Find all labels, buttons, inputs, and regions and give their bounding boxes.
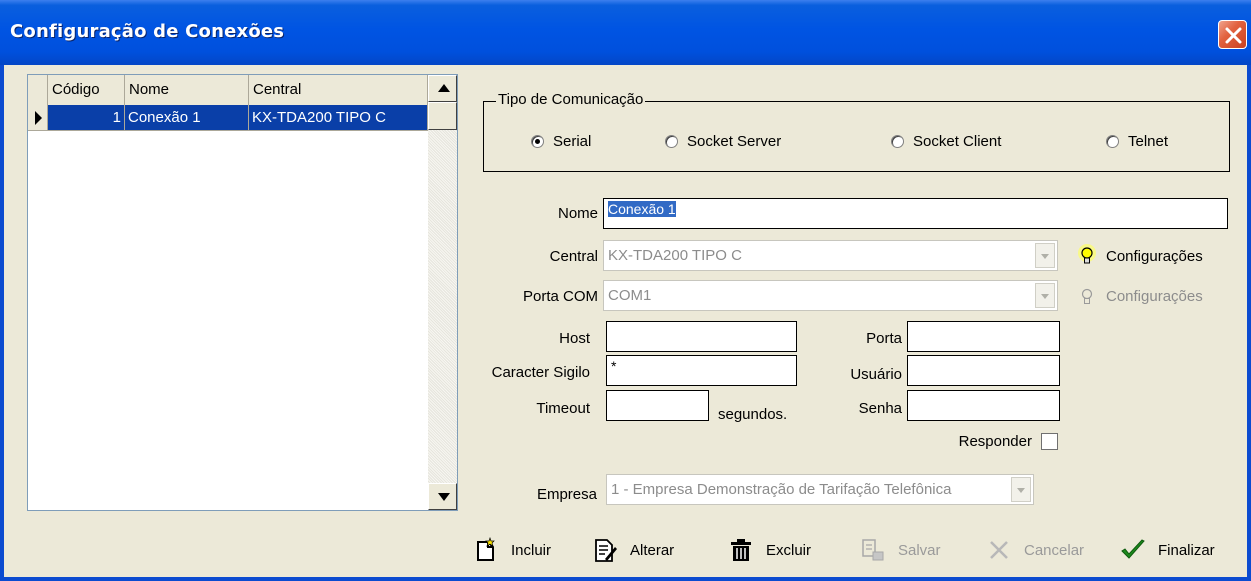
radio-serial[interactable]: Serial (531, 131, 591, 151)
incluir-button[interactable]: Incluir (473, 535, 551, 565)
window-title: Configuração de Conexões (10, 21, 285, 42)
cancelar-button[interactable]: Cancelar (986, 535, 1084, 565)
incluir-label: Incluir (511, 541, 552, 559)
radio-button-icon (665, 134, 678, 148)
arrow-up-icon (438, 84, 450, 92)
radio-button-icon (1106, 134, 1119, 148)
caracter-sigilo-label: Caracter Sigilo (491, 364, 590, 381)
checkmark-icon (1121, 539, 1145, 559)
radio-label: Socket Server (687, 132, 782, 150)
chevron-down-icon[interactable] (1011, 477, 1031, 502)
lightbulb-off-icon (1081, 288, 1093, 304)
radio-label: Socket Client (913, 132, 1002, 150)
empresa-select[interactable]: 1 - Empresa Demonstração de Tarifação Te… (606, 474, 1034, 505)
caracter-sigilo-input[interactable]: * (606, 355, 797, 386)
edit-document-icon (595, 539, 617, 562)
scroll-down-button[interactable] (428, 483, 457, 510)
lightbulb-on-icon (1078, 244, 1096, 264)
scroll-thumb[interactable] (428, 102, 457, 130)
senha-input[interactable] (907, 390, 1060, 421)
nome-label: Nome (557, 205, 598, 222)
central-value: KX-TDA200 TIPO C (608, 247, 742, 264)
porta-com-label: Porta COM (522, 288, 598, 305)
central-select[interactable]: KX-TDA200 TIPO C (603, 240, 1058, 271)
grid-header: Código Nome Central (28, 75, 428, 105)
chevron-down-icon[interactable] (1035, 283, 1055, 308)
responder-label: Responder (958, 433, 1032, 450)
finalizar-label: Finalizar (1158, 541, 1215, 559)
connections-grid[interactable]: Código Nome Central 1 Conexão 1 KX-TDA20… (27, 74, 458, 511)
salvar-label: Salvar (898, 541, 941, 559)
empresa-label: Empresa (536, 486, 597, 503)
cancel-x-icon (990, 541, 1008, 559)
timeout-input[interactable] (606, 390, 709, 421)
radio-button-icon (891, 134, 904, 148)
new-document-icon (477, 537, 495, 561)
timeout-label: Timeout (536, 400, 590, 417)
radio-label: Telnet (1128, 132, 1169, 150)
grid-header-indicator (28, 75, 48, 105)
finalizar-button[interactable]: Finalizar (1120, 535, 1215, 565)
porta-com-configuracoes-link[interactable]: Configurações (1106, 288, 1203, 305)
radio-socket-client[interactable]: Socket Client (891, 131, 1001, 151)
chevron-down-icon[interactable] (1035, 243, 1055, 268)
window-frame-left (0, 65, 4, 581)
empresa-value: 1 - Empresa Demonstração de Tarifação Te… (611, 481, 952, 498)
radio-button-icon (531, 134, 544, 148)
window-frame-bottom (0, 577, 1251, 581)
porta-input[interactable] (907, 321, 1060, 352)
porta-com-value: COM1 (608, 287, 652, 304)
cell-nome[interactable]: Conexão 1 (125, 105, 249, 131)
close-icon (1225, 27, 1242, 44)
cancelar-label: Cancelar (1024, 541, 1085, 559)
host-input[interactable] (606, 321, 797, 352)
usuario-input[interactable] (907, 355, 1060, 386)
close-button[interactable] (1218, 20, 1247, 49)
scroll-up-button[interactable] (428, 75, 457, 102)
radio-socket-server[interactable]: Socket Server (665, 131, 781, 151)
excluir-button[interactable]: Excluir (728, 535, 811, 565)
cell-codigo[interactable]: 1 (48, 105, 125, 131)
salvar-button[interactable]: Salvar (860, 535, 941, 565)
save-icon (862, 539, 884, 561)
radio-label: Serial (553, 132, 592, 150)
window-frame-right (1247, 65, 1251, 581)
usuario-label: Usuário (850, 366, 902, 383)
alterar-button[interactable]: Alterar (592, 535, 674, 565)
host-label: Host (559, 330, 590, 347)
current-row-arrow-icon (35, 111, 42, 125)
cell-central[interactable]: KX-TDA200 TIPO C (249, 105, 428, 131)
table-row[interactable]: 1 Conexão 1 KX-TDA200 TIPO C (28, 105, 428, 131)
arrow-down-icon (438, 493, 450, 501)
central-label: Central (549, 248, 598, 265)
communication-type-legend: Tipo de Comunicação (496, 91, 646, 108)
senha-label: Senha (858, 400, 902, 417)
radio-telnet[interactable]: Telnet (1106, 131, 1168, 151)
responder-checkbox[interactable] (1041, 433, 1058, 450)
title-bar[interactable]: Configuração de Conexões (0, 0, 1251, 65)
nome-value: Conexão 1 (608, 201, 676, 217)
porta-com-select[interactable]: COM1 (603, 280, 1058, 311)
grid-header-nome[interactable]: Nome (125, 75, 249, 105)
connections-config-window: Configuração de Conexões Código Nome Cen… (0, 0, 1251, 581)
nome-input[interactable]: Conexão 1 (603, 198, 1228, 229)
porta-label: Porta (866, 330, 902, 347)
trash-icon (731, 539, 751, 561)
communication-type-group: Tipo de Comunicação Serial Socket Server… (483, 91, 1230, 172)
alterar-label: Alterar (630, 541, 675, 559)
segundos-label: segundos. (718, 406, 788, 423)
grid-header-central[interactable]: Central (249, 75, 428, 105)
grid-header-codigo[interactable]: Código (48, 75, 125, 105)
grid-vertical-scrollbar[interactable] (428, 75, 457, 510)
central-configuracoes-link[interactable]: Configurações (1106, 248, 1203, 265)
row-indicator (28, 105, 48, 131)
excluir-label: Excluir (766, 541, 812, 559)
